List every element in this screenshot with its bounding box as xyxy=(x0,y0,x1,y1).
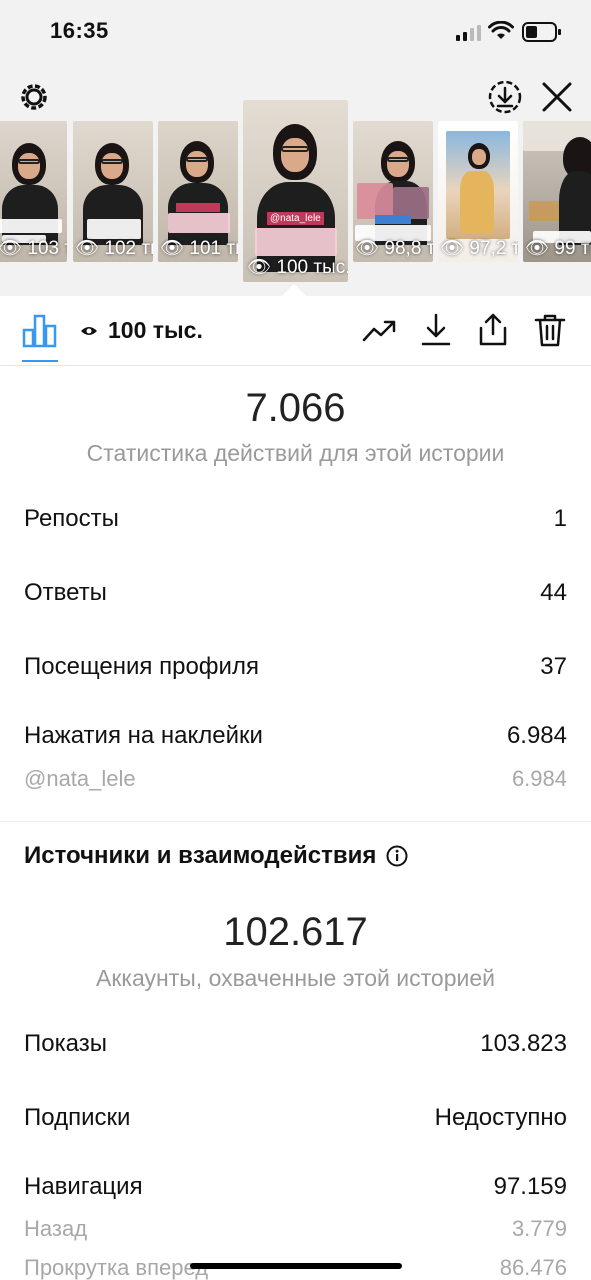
story-views: 👁 98,8 тыс. xyxy=(355,236,433,260)
discovery-title-text: Источники и взаимодействия xyxy=(24,842,377,869)
selected-story-pointer xyxy=(282,284,306,296)
story-thumbnail[interactable]: 👁 102 тыс. xyxy=(73,121,153,262)
actions-total: 7.066 xyxy=(245,386,346,430)
stat-label: Нажатия на наклейки xyxy=(24,722,263,749)
stat-value: 86.476 xyxy=(499,1255,567,1280)
story-views: 👁 99 тыс. xyxy=(525,236,591,260)
eye-icon xyxy=(81,327,97,335)
stat-value: 6.984 xyxy=(506,722,567,749)
stat-row-profile-visits: Посещения профиля 37 xyxy=(24,650,567,684)
stat-row-mention-sticker: @nata_lele 6.984 xyxy=(24,764,567,794)
accounts-reached-total: 102.617 xyxy=(223,910,368,954)
stat-value: 44 xyxy=(540,579,567,606)
wifi-icon xyxy=(488,21,514,39)
stat-row-sticker-taps: Нажатия на наклейки 6.984 xyxy=(24,719,567,753)
story-views-value: 103 тыс. xyxy=(27,238,67,259)
story-thumbnail-selected[interactable]: @nata_lele 👁 100 тыс. xyxy=(243,100,348,282)
story-views-value: 99 тыс. xyxy=(554,238,591,259)
signal-icon xyxy=(456,25,481,41)
story-views: 👁 101 тыс. xyxy=(160,236,238,260)
delete-trash-icon[interactable] xyxy=(532,312,568,348)
section-divider xyxy=(0,821,591,822)
story-views-value: 102 тыс. xyxy=(104,238,153,259)
share-icon[interactable] xyxy=(475,312,511,348)
stat-value: 6.984 xyxy=(511,766,567,791)
story-thumbnail[interactable]: 👁 98,8 тыс. xyxy=(353,121,433,262)
stat-label: Назад xyxy=(24,1216,88,1241)
stat-label: Ответы xyxy=(24,579,107,606)
stat-row-back: Назад 3.779 xyxy=(24,1214,567,1244)
stat-row-reposts: Репосты 1 xyxy=(24,502,567,536)
story-views: 👁 102 тыс. xyxy=(75,236,153,260)
story-thumbnail[interactable]: 👁 97,2 тыс. xyxy=(438,121,518,262)
download-icon[interactable] xyxy=(418,312,454,348)
story-thumbnail[interactable]: 👁 99 тыс. xyxy=(523,121,591,262)
promote-trend-icon[interactable] xyxy=(361,312,397,348)
stat-row-impressions: Показы 103.823 xyxy=(24,1027,567,1061)
story-views-value: 97,2 тыс. xyxy=(469,238,518,259)
stat-row-navigation: Навигация 97.159 xyxy=(24,1170,567,1204)
stat-row-replies: Ответы 44 xyxy=(24,576,567,610)
accounts-reached-caption: Аккаунты, охваченные этой историей xyxy=(96,965,495,991)
story-views-value: 101 тыс. xyxy=(189,238,238,259)
stat-label: Навигация xyxy=(24,1173,143,1200)
story-thumbnail[interactable]: 👁 103 тыс. xyxy=(0,121,67,262)
story-views: 👁 103 тыс. xyxy=(0,236,67,260)
home-indicator[interactable] xyxy=(190,1263,402,1269)
story-views: 👁 100 тыс. xyxy=(247,255,348,279)
story-thumbnail[interactable]: 👁 101 тыс. xyxy=(158,121,238,262)
status-time: 16:35 xyxy=(50,18,109,43)
stat-label: @nata_lele xyxy=(24,766,136,791)
battery-icon xyxy=(522,22,561,42)
stat-row-follows: Подписки Недоступно xyxy=(24,1101,567,1135)
story-views: 👁 97,2 тыс. xyxy=(440,236,518,260)
insights-tabbar: 100 тыс. xyxy=(0,296,591,366)
story-thumbnails: 👁 103 тыс. 👁 102 тыс. 👁 101 тыс. xyxy=(0,100,591,290)
discovery-section-title: Источники и взаимодействия xyxy=(24,842,408,870)
mention-tag: @nata_lele xyxy=(267,212,324,225)
stat-label: Подписки xyxy=(24,1104,131,1131)
story-views-value: 100 тыс. xyxy=(276,257,348,278)
stat-value: 97.159 xyxy=(493,1173,567,1200)
stat-value: 103.823 xyxy=(480,1030,567,1057)
insights-bar-chart-icon[interactable] xyxy=(22,312,58,348)
status-bar: 16:35 xyxy=(0,0,591,64)
info-icon[interactable] xyxy=(386,845,408,867)
active-tab-indicator xyxy=(22,360,58,362)
stat-value: 1 xyxy=(553,505,567,532)
story-views-value: 98,8 тыс. xyxy=(384,238,433,259)
views-total: 100 тыс. xyxy=(108,317,203,343)
stat-label: Репосты xyxy=(24,505,119,532)
stat-label: Прокрутка вперед xyxy=(24,1255,209,1280)
stat-value: Недоступно xyxy=(434,1104,567,1131)
story-viewer-header: 16:35 👁 103 👁 102 т 👁 101 т @nata_lele 👁… xyxy=(0,0,591,296)
stat-label: Посещения профиля xyxy=(24,653,259,680)
stat-value: 37 xyxy=(540,653,567,680)
stat-label: Показы xyxy=(24,1030,107,1057)
actions-caption: Статистика действий для этой истории xyxy=(86,440,505,466)
stat-value: 3.779 xyxy=(511,1216,567,1241)
